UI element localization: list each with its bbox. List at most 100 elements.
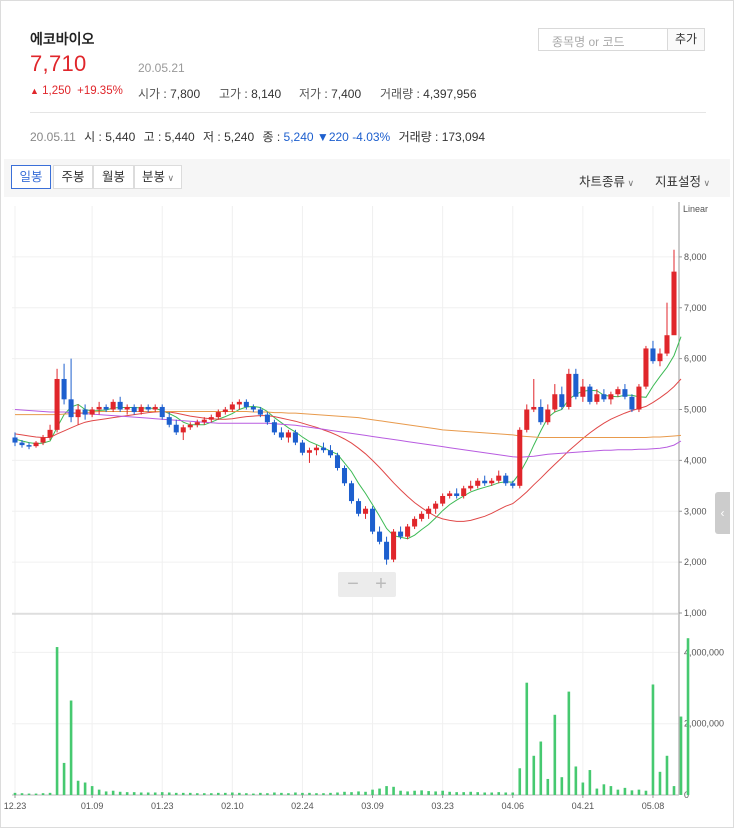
candle-body [96, 406, 102, 410]
price-tick-label: 6,000 [684, 354, 707, 364]
candle-body [622, 389, 628, 397]
date-tick-label: 03.09 [361, 801, 384, 811]
volume-bar [315, 793, 318, 795]
candle-body [454, 493, 460, 496]
candle-body [131, 406, 137, 413]
volume-bar [167, 792, 171, 795]
volume-tick-label: 4,000,000 [684, 647, 724, 657]
candle-body [377, 531, 383, 542]
volume-bar [455, 792, 458, 795]
volume-bar [532, 755, 536, 795]
date-tick-label: 01.09 [81, 801, 104, 811]
candle-body [250, 406, 256, 410]
price-tick-label: 8,000 [684, 252, 707, 262]
candle-body [545, 409, 551, 423]
price-tick-label: 1,000 [684, 608, 707, 618]
candle-body [370, 508, 376, 532]
candle-body [636, 386, 642, 410]
date-tick-label: 12.23 [4, 801, 27, 811]
volume-bar [48, 792, 52, 795]
volume-bar [308, 792, 311, 795]
volume-bar [651, 684, 655, 795]
candle-body [594, 394, 600, 402]
volume-bar [581, 782, 585, 795]
price-tick-label: 4,000 [684, 455, 707, 465]
price-tick-label: 5,000 [684, 405, 707, 415]
volume-bar [497, 792, 501, 795]
volume-bar [602, 784, 606, 795]
candle-body [629, 396, 635, 410]
volume-bar [357, 791, 360, 795]
candle-body [40, 437, 46, 443]
volume-bar [413, 790, 416, 795]
volume-bar [195, 793, 199, 795]
volume-bar [378, 788, 381, 795]
candle-body [194, 422, 200, 425]
volume-bar [139, 792, 143, 795]
candle-body [89, 409, 95, 415]
candle-body [19, 442, 25, 446]
volume-bar [132, 792, 136, 795]
candle-body [405, 526, 411, 537]
volume-bar [146, 792, 150, 795]
candle-body [208, 417, 214, 420]
candle-body [173, 424, 179, 433]
volume-bar [238, 792, 241, 795]
volume-bar [630, 790, 634, 795]
volume-bar [245, 793, 248, 795]
volume-bar [616, 789, 620, 795]
volume-bar [560, 777, 564, 795]
candle-body [201, 419, 207, 423]
candle-body [229, 404, 235, 410]
candle-body [166, 417, 172, 425]
volume-bar [76, 780, 80, 795]
volume-bar [420, 790, 423, 795]
candle-body [68, 399, 74, 418]
candle-body [215, 412, 221, 418]
volume-bar [518, 768, 522, 795]
volume-bar [441, 790, 444, 795]
candle-body [327, 450, 334, 456]
volume-bar [111, 790, 115, 795]
volume-bar [301, 792, 304, 795]
volume-bar [188, 792, 192, 795]
volume-bar [336, 792, 339, 795]
volume-bar [546, 778, 550, 795]
candle-body [26, 445, 32, 447]
candle-body [580, 386, 586, 397]
volume-bar [399, 790, 402, 795]
candle-body [33, 442, 39, 447]
volume-bar [90, 786, 94, 795]
candle-body [657, 353, 663, 362]
date-tick-label: 03.23 [431, 801, 454, 811]
volume-bar [181, 792, 185, 795]
candle-body [180, 427, 186, 433]
candle-body [110, 401, 116, 410]
volume-bar [483, 792, 487, 795]
candle-body [292, 432, 298, 443]
candle-body [391, 531, 397, 560]
candle-body [566, 373, 572, 407]
volume-bar [567, 691, 571, 795]
candle-body [608, 394, 614, 400]
candle-body [117, 401, 123, 410]
candlestick-chart[interactable]: Linear 1,000 2,000 3,000 4,000 5,000 6,000 7,00… [1, 1, 733, 827]
date-tick-label: 01.23 [151, 801, 174, 811]
volume-bar [55, 647, 59, 795]
zoom-out-button[interactable]: − [339, 572, 367, 597]
volume-bar [658, 771, 662, 795]
volume-bar [174, 792, 178, 795]
candle-body [82, 409, 88, 415]
candle-body [489, 480, 495, 484]
date-tick-label: 04.21 [572, 801, 595, 811]
candle-body [334, 455, 341, 469]
volume-bar [609, 786, 613, 795]
zoom-in-button[interactable]: + [367, 572, 395, 597]
volume-bar [20, 793, 24, 795]
candle-body [419, 513, 425, 519]
collapse-panel-handle[interactable]: ‹ [715, 492, 730, 534]
candle-body [341, 468, 348, 484]
volume-bar [153, 792, 157, 795]
volume-tick-label: 2,000,000 [684, 719, 724, 729]
volume-bar [27, 793, 31, 795]
